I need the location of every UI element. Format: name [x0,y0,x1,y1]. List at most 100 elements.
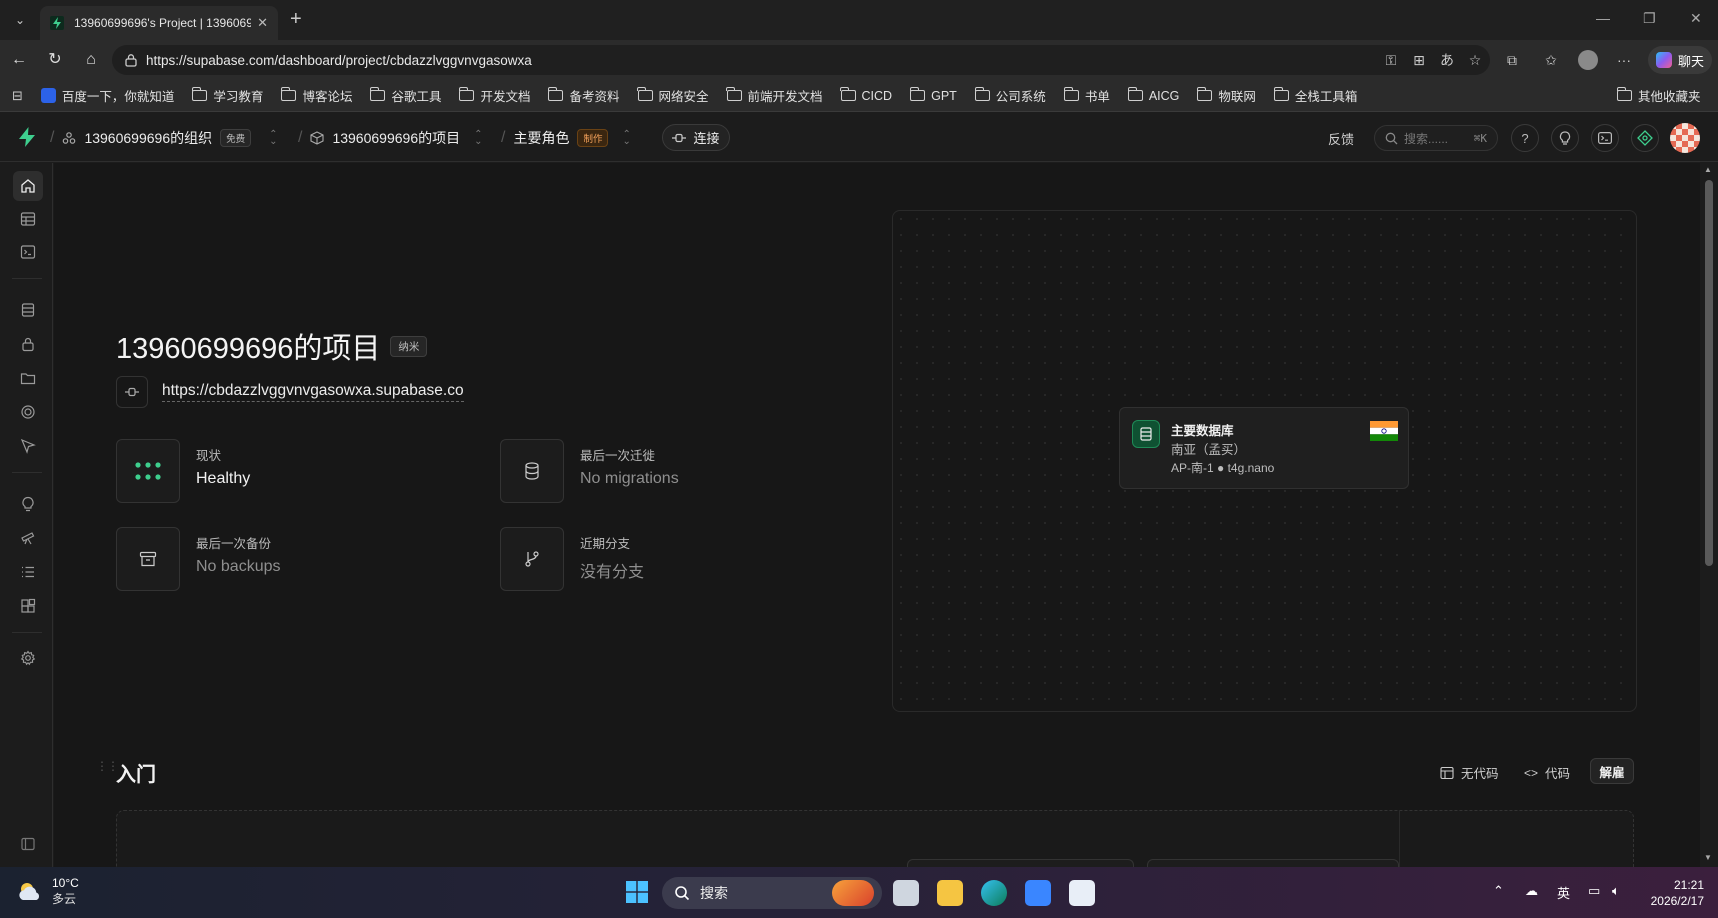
ime-indicator[interactable]: 英 [1557,883,1570,902]
no-code-toggle[interactable]: 无代码 [1440,763,1499,782]
user-avatar[interactable] [1670,123,1700,153]
bookmark-label: 谷歌工具 [391,90,442,104]
sidebar-collapse-icon[interactable] [13,829,43,859]
bookmark-folder[interactable]: 全栈工具箱 [1273,86,1357,105]
weather-widget[interactable]: 10°C 多云 [16,876,79,907]
other-bookmarks-folder[interactable]: 其他收藏夹 [1616,86,1701,105]
bookmark-baidu[interactable]: 百度一下，你就知道 [40,86,174,105]
folder-icon [1273,87,1289,101]
bookmark-folder[interactable]: 谷歌工具 [370,86,441,105]
sidebar-settings-gear-icon[interactable] [13,643,43,673]
browser-tab[interactable]: 13960699696's Project | 13960699 ✕ [40,6,278,40]
project-url-connect-icon[interactable] [116,376,148,408]
new-tab-icon[interactable]: + [290,8,302,31]
code-toggle[interactable]: <> 代码 [1524,763,1570,782]
key-icon[interactable]: ⚿ [1381,50,1401,70]
favorite-star-icon[interactable]: ☆ [1465,50,1485,70]
tab-list-chevron-icon[interactable]: ⌄ [10,10,30,30]
network-icon[interactable]: ▭ [1588,883,1600,899]
supabase-logo-icon[interactable] [18,127,36,147]
close-tab-icon[interactable]: ✕ [257,15,268,31]
url-field[interactable]: https://supabase.com/dashboard/project/c… [112,45,1490,75]
breadcrumb-role[interactable]: / 主要角色 制作 ⌃ ⌄ [501,128,631,148]
home-icon[interactable]: ⌂ [81,50,101,70]
sidebar-home-icon[interactable] [13,171,43,201]
pinned-app-icon[interactable] [1069,880,1095,906]
project-name: 13960699696的项目 [332,130,461,146]
bookmark-folder[interactable]: 前端开发文档 [726,86,823,105]
edge-browser-icon[interactable] [981,880,1007,906]
scroll-up-icon[interactable]: ▲ [1704,165,1712,174]
task-view-icon[interactable] [893,880,919,906]
taskbar-search[interactable]: 搜索 [662,877,882,909]
site-info-icon[interactable] [124,53,138,67]
collections-icon[interactable]: ⊟ [12,88,23,104]
bookmark-folder[interactable]: CICD [840,87,892,103]
bookmark-folder[interactable]: 备考资料 [548,86,620,105]
refresh-icon[interactable]: ↻ [45,50,65,70]
windows-start-icon[interactable] [626,881,648,903]
drag-handle-icon[interactable]: ⋮⋮ [96,760,119,772]
sidebar-sql-editor-icon[interactable] [13,237,43,267]
sidebar-realtime-cursor-icon[interactable] [13,431,43,461]
profile-icon[interactable] [1578,50,1598,70]
chevron-up-down-icon[interactable]: ⌃ ⌄ [269,130,277,147]
sidebar-auth-lock-icon[interactable] [13,329,43,359]
lightbulb-icon[interactable] [1551,124,1579,152]
more-menu-icon[interactable]: ··· [1614,50,1634,70]
help-icon[interactable]: ? [1511,124,1539,152]
status-card[interactable]: 现状 Healthy [116,439,250,503]
window-close-icon[interactable]: ✕ [1690,10,1702,27]
bookmark-folder[interactable]: 博客论坛 [281,86,352,105]
clock[interactable]: 21:21 2026/2/17 [1651,877,1704,909]
extensions-icon[interactable]: ⧉ [1502,50,1522,70]
sidebar-database-icon[interactable] [13,295,43,325]
onedrive-icon[interactable]: ☁ [1525,883,1538,899]
volume-icon[interactable]: 🔈︎ [1612,883,1620,899]
scroll-down-icon[interactable]: ▼ [1704,853,1712,862]
breadcrumb-project[interactable]: / 13960699696的项目 ⌃ ⌄ [298,128,483,148]
sidebar-edge-functions-icon[interactable] [13,397,43,427]
branches-card[interactable]: 近期分支 没有分支 [500,527,644,591]
bookmark-folder[interactable]: 公司系统 [974,86,1046,105]
file-explorer-icon[interactable] [937,880,963,906]
favorites-icon[interactable]: ✩ [1541,50,1561,70]
restore-icon[interactable]: ❐ [1643,10,1656,27]
chevron-up-down-icon[interactable]: ⌃ ⌄ [622,130,630,147]
copilot-chat-button[interactable]: 聊天 [1648,46,1712,74]
feedback-button[interactable]: 反馈 [1328,129,1354,148]
connect-button[interactable]: 连接 [662,124,730,151]
primary-database-card[interactable]: 主要数据库 南亚（孟买） AP-南-1 ● t4g.nano [1119,407,1409,489]
bookmark-folder[interactable]: 网络安全 [637,86,709,105]
sidebar-observability-telescope-icon[interactable] [13,523,43,553]
microsoft-store-icon[interactable] [1025,880,1051,906]
back-icon[interactable]: ← [9,50,29,70]
app-available-icon[interactable]: ⊞ [1409,50,1429,70]
bookmark-folder[interactable]: 物联网 [1197,86,1256,105]
bookmark-folder[interactable]: GPT [909,87,957,103]
sidebar-storage-icon[interactable] [13,363,43,393]
assistant-icon[interactable] [1631,124,1659,152]
scrollbar-thumb[interactable] [1705,180,1713,566]
sidebar-advisors-lightbulb-icon[interactable] [13,489,43,519]
terminal-icon[interactable] [1591,124,1619,152]
minimize-icon[interactable]: — [1596,10,1610,26]
show-hidden-icons-chevron-icon[interactable]: ⌃ [1493,883,1504,899]
dismiss-button[interactable]: 解雇 [1590,758,1634,784]
bookmark-folder[interactable]: 学习教育 [192,86,263,105]
backups-card[interactable]: 最后一次备份 No backups [116,527,281,591]
sidebar-integrations-icon[interactable] [13,591,43,621]
chevron-up-down-icon[interactable]: ⌃ ⌄ [474,130,482,147]
project-url-link[interactable]: https://cbdazzlvggvnvgasowxa.supabase.co [162,382,464,402]
status-dots-icon [135,462,161,480]
breadcrumb-org[interactable]: / 13960699696的组织 免费 ⌃ ⌄ [50,128,278,148]
page-scrollbar[interactable]: ▲ ▼ [1700,163,1718,867]
sidebar-logs-list-icon[interactable] [13,557,43,587]
sidebar-table-editor-icon[interactable] [13,204,43,234]
bookmark-folder[interactable]: 书单 [1063,86,1110,105]
bookmark-folder[interactable]: 开发文档 [459,86,530,105]
migrations-card[interactable]: 最后一次迁徙 No migrations [500,439,679,503]
translate-icon[interactable]: あ [1437,50,1457,70]
search-input[interactable]: 搜索...... ⌘K [1374,125,1498,151]
bookmark-folder[interactable]: AICG [1127,87,1179,103]
